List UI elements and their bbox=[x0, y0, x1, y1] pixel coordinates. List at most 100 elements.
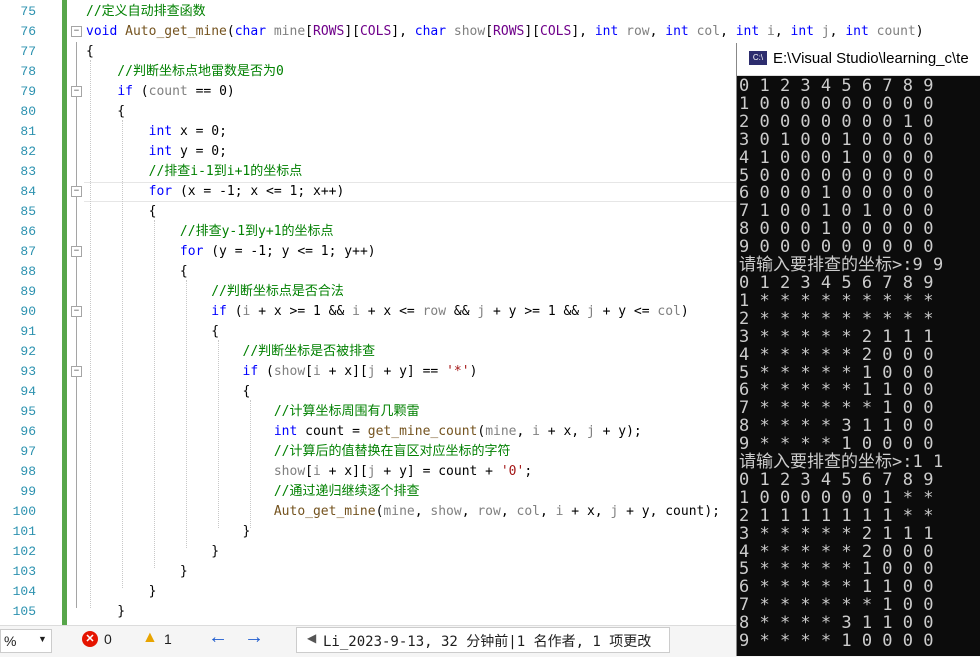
line-number: 86 bbox=[20, 224, 36, 239]
line-number: 94 bbox=[20, 384, 36, 399]
code-token: (x = -1; x <= 1; x++) bbox=[179, 184, 345, 199]
fold-toggle-icon[interactable]: − bbox=[71, 366, 82, 377]
code-token: row bbox=[626, 24, 650, 39]
fold-line bbox=[76, 42, 77, 608]
code-token: j bbox=[367, 464, 376, 479]
code-line[interactable]: { bbox=[86, 322, 219, 342]
line-number: 97 bbox=[20, 444, 36, 459]
code-token: col bbox=[696, 24, 721, 39]
code-token: int bbox=[790, 24, 822, 39]
code-token: mine bbox=[383, 504, 415, 519]
code-token: + y] = count + bbox=[375, 464, 501, 479]
code-token: , bbox=[774, 24, 791, 39]
code-line[interactable]: { bbox=[86, 262, 188, 282]
code-token: + x][ bbox=[320, 364, 368, 379]
git-blame-info[interactable]: ◀ Li_2023-9-13, 32 分钟前|1 名作者, 1 项更改 bbox=[296, 627, 670, 653]
code-token: && bbox=[446, 304, 478, 319]
code-line[interactable]: int x = 0; bbox=[86, 122, 227, 142]
code-line[interactable]: for (x = -1; x <= 1; x++) bbox=[86, 182, 345, 202]
code-line[interactable]: } bbox=[86, 582, 157, 602]
code-line[interactable]: if (i + x >= 1 && i + x <= row && j + y … bbox=[86, 302, 688, 322]
code-line[interactable]: show[i + x][j + y] = count + '0'; bbox=[86, 462, 532, 482]
fold-toggle-icon[interactable]: − bbox=[71, 26, 82, 37]
code-token: get_mine_count bbox=[367, 424, 478, 439]
line-number: 103 bbox=[12, 564, 36, 579]
code-token: show bbox=[453, 24, 486, 39]
fold-toggle-icon[interactable]: − bbox=[71, 306, 82, 317]
code-line[interactable]: { bbox=[86, 202, 157, 222]
code-line[interactable]: if (count == 0) bbox=[86, 82, 234, 102]
code-token: i bbox=[352, 304, 360, 319]
code-line[interactable]: //判断坐标点是否合法 bbox=[86, 282, 344, 302]
fold-toggle-icon[interactable]: − bbox=[71, 86, 82, 97]
code-token: , bbox=[720, 24, 736, 39]
line-number: 98 bbox=[20, 464, 36, 479]
code-token: //判断坐标是否被排查 bbox=[86, 344, 376, 359]
code-token: for bbox=[179, 244, 212, 259]
code-line[interactable]: { bbox=[86, 102, 125, 122]
code-token: , bbox=[516, 424, 533, 439]
code-token: j bbox=[586, 424, 595, 439]
code-token: //排查i-1到i+1的坐标点 bbox=[86, 164, 303, 179]
code-line[interactable]: } bbox=[86, 602, 125, 622]
line-number: 81 bbox=[20, 124, 36, 139]
line-number: 99 bbox=[20, 484, 36, 499]
code-line[interactable]: //排查i-1到i+1的坐标点 bbox=[86, 162, 303, 182]
error-icon: ✕ bbox=[82, 631, 98, 647]
code-line[interactable]: //计算后的值替换在盲区对应坐标的字符 bbox=[86, 442, 511, 462]
console-title-bar[interactable]: C:\ E:\Visual Studio\learning_c\te bbox=[737, 43, 980, 76]
code-token: { bbox=[86, 264, 188, 279]
code-line[interactable]: } bbox=[86, 522, 251, 542]
code-token: ], bbox=[391, 24, 415, 39]
code-token: int bbox=[735, 24, 768, 39]
code-token: + x <= bbox=[359, 304, 423, 319]
code-token: '*' bbox=[446, 364, 470, 379]
navigate-forward-icon[interactable]: → bbox=[244, 626, 264, 649]
code-line[interactable]: //判断坐标点地雷数是否为0 bbox=[86, 62, 284, 82]
code-token: count bbox=[148, 84, 188, 99]
code-line[interactable]: Auto_get_mine(mine, show, row, col, i + … bbox=[86, 502, 720, 522]
line-number: 88 bbox=[20, 264, 36, 279]
code-line[interactable]: //通过递归继续逐个排查 bbox=[86, 482, 420, 502]
code-line[interactable]: int y = 0; bbox=[86, 142, 227, 162]
code-token: { bbox=[86, 104, 126, 119]
code-line[interactable]: if (show[i + x][j + y] == '*') bbox=[86, 362, 478, 382]
code-token: i bbox=[312, 464, 321, 479]
zoom-dropdown[interactable]: % ▼ bbox=[0, 629, 52, 653]
code-token: //通过递归继续逐个排查 bbox=[86, 484, 420, 499]
change-indicator-bar bbox=[62, 0, 67, 625]
line-number: 77 bbox=[20, 44, 36, 59]
line-number: 79 bbox=[20, 84, 36, 99]
code-line[interactable]: { bbox=[86, 42, 94, 62]
code-line[interactable]: for (y = -1; y <= 1; y++) bbox=[86, 242, 376, 262]
code-token: count bbox=[876, 24, 916, 39]
fold-toggle-icon[interactable]: − bbox=[71, 246, 82, 257]
line-number: 87 bbox=[20, 244, 36, 259]
code-line[interactable]: //判断坐标是否被排查 bbox=[86, 342, 376, 362]
navigate-back-icon[interactable]: ← bbox=[208, 626, 228, 649]
code-line[interactable]: { bbox=[86, 382, 251, 402]
code-token: //判断坐标点是否合法 bbox=[86, 284, 344, 299]
code-token: j bbox=[821, 24, 830, 39]
code-token: + x][ bbox=[320, 464, 368, 479]
code-line[interactable]: int count = get_mine_count(mine, i + x, … bbox=[86, 422, 642, 442]
fold-toggle-icon[interactable]: − bbox=[71, 186, 82, 197]
line-number: 92 bbox=[20, 344, 36, 359]
code-token: //计算坐标周围有几颗雷 bbox=[86, 404, 420, 419]
code-token: , bbox=[500, 504, 517, 519]
code-line[interactable]: //排查y-1到y+1的坐标点 bbox=[86, 222, 334, 242]
code-line[interactable]: void Auto_get_mine(char mine[ROWS][COLS]… bbox=[86, 22, 924, 42]
code-token: COLS bbox=[540, 24, 572, 39]
code-line[interactable]: } bbox=[86, 542, 219, 562]
line-number: 90 bbox=[20, 304, 36, 319]
code-line[interactable]: //计算坐标周围有几颗雷 bbox=[86, 402, 420, 422]
code-token: show bbox=[430, 504, 462, 519]
console-title: E:\Visual Studio\learning_c\te bbox=[773, 50, 969, 67]
console-window[interactable]: C:\ E:\Visual Studio\learning_c\te 0 1 2… bbox=[736, 43, 980, 656]
git-info-icon: ◀ bbox=[307, 631, 317, 645]
code-line[interactable]: } bbox=[86, 562, 188, 582]
code-line[interactable]: //定义自动排查函数 bbox=[86, 2, 206, 22]
code-token: col bbox=[516, 504, 540, 519]
code-token: Auto_get_mine bbox=[125, 24, 227, 39]
